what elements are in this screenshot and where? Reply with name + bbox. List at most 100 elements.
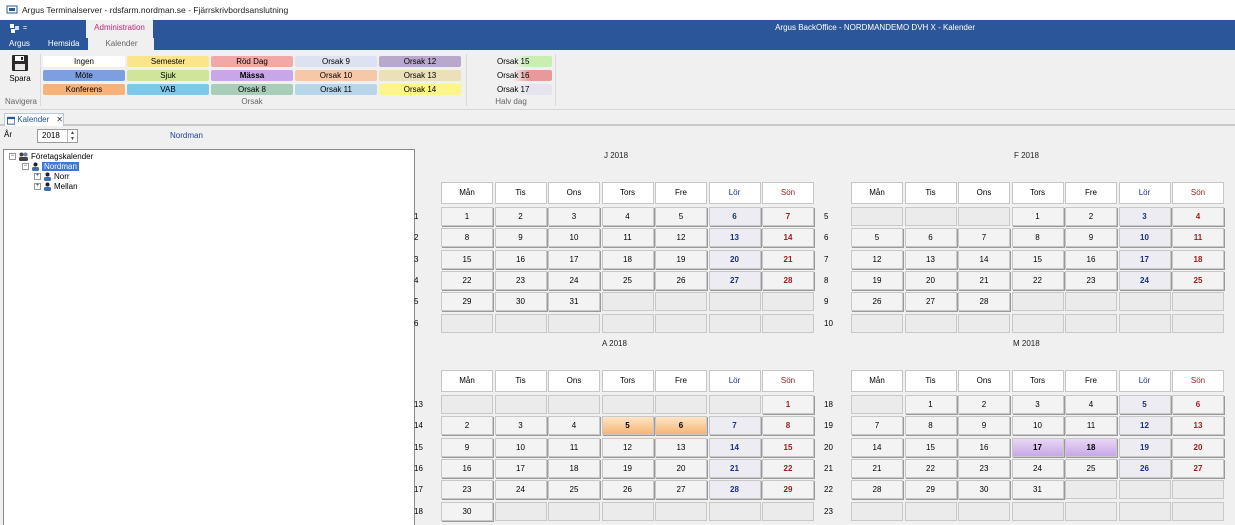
- day-cell[interactable]: 17: [548, 249, 600, 269]
- day-cell[interactable]: 3: [1118, 207, 1171, 226]
- day-cell[interactable]: 2: [441, 416, 493, 436]
- day-cell[interactable]: 12: [655, 228, 707, 248]
- day-cell[interactable]: 23: [494, 270, 547, 290]
- collapse-icon[interactable]: −: [22, 163, 29, 170]
- day-cell[interactable]: 7: [958, 228, 1010, 248]
- day-cell[interactable]: 4: [548, 416, 600, 436]
- orsak-button-orsak-14[interactable]: Orsak 14: [379, 84, 461, 95]
- day-cell[interactable]: 21: [958, 270, 1010, 290]
- day-cell[interactable]: 2: [958, 395, 1010, 414]
- day-cell[interactable]: 11: [548, 437, 600, 457]
- year-spinner[interactable]: 2018 ▲ ▼: [37, 129, 78, 143]
- day-cell[interactable]: 30: [958, 480, 1010, 500]
- day-cell[interactable]: 5: [1118, 395, 1171, 414]
- day-cell[interactable]: 23: [441, 480, 493, 500]
- day-cell[interactable]: 15: [904, 437, 957, 457]
- day-cell[interactable]: 10: [1118, 228, 1171, 248]
- day-cell[interactable]: 9: [494, 228, 547, 248]
- day-cell[interactable]: 26: [1118, 458, 1171, 478]
- day-cell[interactable]: 4: [1065, 395, 1117, 414]
- day-cell[interactable]: 27: [1172, 458, 1224, 478]
- day-cell[interactable]: 27: [655, 480, 707, 500]
- orsak-button-orsak-9[interactable]: Orsak 9: [295, 56, 377, 67]
- day-cell[interactable]: 14: [708, 437, 761, 457]
- day-cell[interactable]: 22: [441, 270, 493, 290]
- day-cell[interactable]: 7: [708, 416, 761, 436]
- day-cell[interactable]: 2: [1065, 207, 1117, 226]
- day-cell[interactable]: 12: [851, 249, 903, 269]
- day-cell[interactable]: 28: [708, 480, 761, 500]
- day-cell[interactable]: 20: [904, 270, 957, 290]
- close-tab-icon[interactable]: ✕: [56, 114, 63, 126]
- day-cell[interactable]: 13: [904, 249, 957, 269]
- day-cell[interactable]: 1: [441, 207, 493, 226]
- day-cell[interactable]: 27: [904, 292, 957, 312]
- day-cell[interactable]: 28: [851, 480, 903, 500]
- year-spinner-arrows[interactable]: ▲ ▼: [67, 130, 77, 142]
- day-cell[interactable]: 17: [494, 458, 547, 478]
- orsak-button-ingen[interactable]: Ingen: [43, 56, 125, 67]
- day-cell[interactable]: 28: [762, 270, 814, 290]
- day-cell[interactable]: 7: [762, 207, 814, 226]
- day-cell[interactable]: 20: [1172, 437, 1224, 457]
- day-cell[interactable]: 25: [548, 480, 600, 500]
- day-cell[interactable]: 7: [851, 416, 903, 436]
- day-cell[interactable]: 14: [762, 228, 814, 248]
- app-menu-icon[interactable]: [9, 23, 20, 34]
- expand-icon[interactable]: +: [34, 183, 41, 190]
- day-cell[interactable]: 4: [1172, 207, 1224, 226]
- orsak-button-röd-dag[interactable]: Röd Dag: [211, 56, 293, 67]
- orsak-button-semester[interactable]: Semester: [127, 56, 209, 67]
- day-cell[interactable]: 6: [904, 228, 957, 248]
- day-cell[interactable]: 19: [601, 458, 654, 478]
- day-cell[interactable]: 14: [958, 249, 1010, 269]
- day-cell[interactable]: 25: [601, 270, 654, 290]
- day-cell[interactable]: 6: [655, 416, 707, 436]
- day-cell[interactable]: 15: [441, 249, 493, 269]
- day-cell[interactable]: 31: [548, 292, 600, 312]
- day-cell[interactable]: 10: [1011, 416, 1064, 436]
- day-cell[interactable]: 10: [494, 437, 547, 457]
- spin-down-icon[interactable]: ▼: [68, 136, 77, 142]
- day-cell[interactable]: 28: [958, 292, 1010, 312]
- day-cell[interactable]: 4: [601, 207, 654, 226]
- orsak-button-konferens[interactable]: Konferens: [43, 84, 125, 95]
- halfday-button-orsak-15[interactable]: Orsak 15: [496, 56, 552, 67]
- day-cell[interactable]: 11: [1065, 416, 1117, 436]
- day-cell[interactable]: 9: [958, 416, 1010, 436]
- halfday-button-orsak-17[interactable]: Orsak 17: [496, 84, 552, 95]
- day-cell[interactable]: 6: [1172, 395, 1224, 414]
- day-cell[interactable]: 27: [708, 270, 761, 290]
- day-cell[interactable]: 24: [548, 270, 600, 290]
- day-cell[interactable]: 21: [851, 458, 903, 478]
- tree-node-mellan[interactable]: + Mellan: [34, 182, 78, 191]
- day-cell[interactable]: 15: [762, 437, 814, 457]
- day-cell[interactable]: 16: [1065, 249, 1117, 269]
- day-cell[interactable]: 18: [548, 458, 600, 478]
- day-cell[interactable]: 5: [601, 416, 654, 436]
- orsak-button-vab[interactable]: VAB: [127, 84, 209, 95]
- orsak-button-orsak-12[interactable]: Orsak 12: [379, 56, 461, 67]
- day-cell[interactable]: 29: [904, 480, 957, 500]
- orsak-button-orsak-8[interactable]: Orsak 8: [211, 84, 293, 95]
- day-cell[interactable]: 12: [1118, 416, 1171, 436]
- day-cell[interactable]: 8: [1011, 228, 1064, 248]
- day-cell[interactable]: 31: [1011, 480, 1064, 500]
- day-cell[interactable]: 29: [762, 480, 814, 500]
- collapse-icon[interactable]: −: [9, 153, 16, 160]
- day-cell[interactable]: 8: [441, 228, 493, 248]
- day-cell[interactable]: 30: [441, 501, 493, 521]
- day-cell[interactable]: 16: [494, 249, 547, 269]
- day-cell[interactable]: 30: [494, 292, 547, 312]
- document-tab-kalender[interactable]: Kalender ✕: [4, 113, 64, 126]
- day-cell[interactable]: 3: [548, 207, 600, 226]
- day-cell[interactable]: 13: [655, 437, 707, 457]
- day-cell[interactable]: 2: [494, 207, 547, 226]
- day-cell[interactable]: 24: [494, 480, 547, 500]
- save-button[interactable]: Spara: [7, 54, 33, 94]
- day-cell[interactable]: 19: [655, 249, 707, 269]
- orsak-button-sjuk[interactable]: Sjuk: [127, 70, 209, 81]
- day-cell[interactable]: 25: [1172, 270, 1224, 290]
- day-cell[interactable]: 14: [851, 437, 903, 457]
- day-cell[interactable]: 17: [1011, 437, 1064, 457]
